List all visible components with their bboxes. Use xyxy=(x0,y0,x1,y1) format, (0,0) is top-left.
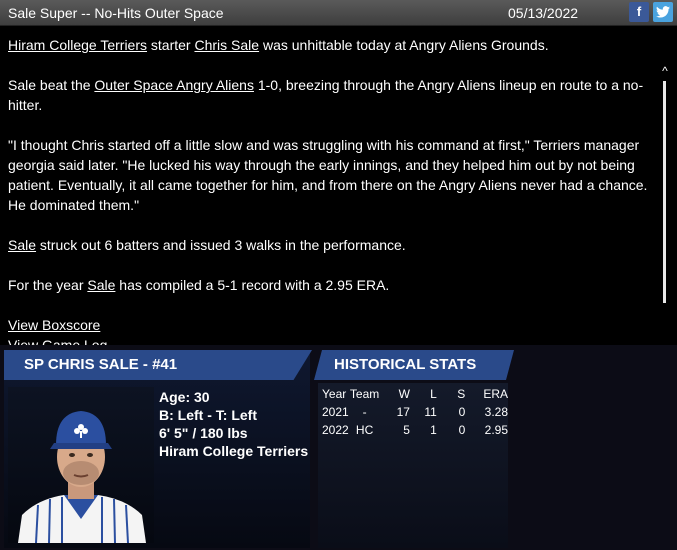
player-link[interactable]: Sale xyxy=(87,277,115,293)
stats-panel: Year Team W L S ERA 2021 - 17 11 0 3.28 xyxy=(318,383,508,548)
player-bio: Age: 30 B: Left - T: Left 6' 5" / 180 lb… xyxy=(159,388,308,460)
story-panel[interactable]: Hiram College Terriers starter Chris Sal… xyxy=(0,27,677,345)
player-link[interactable]: Sale xyxy=(8,237,36,253)
column-header-team: Team xyxy=(349,387,380,401)
story-text-fragment: has compiled a 5-1 record with a 2.95 ER… xyxy=(115,277,390,293)
facebook-share-button[interactable]: f xyxy=(629,2,649,22)
view-game-log-link[interactable]: View Game Log xyxy=(8,335,648,345)
player-banner: SP CHRIS SALE - #41 xyxy=(4,350,312,380)
story-paragraph-1: Hiram College Terriers starter Chris Sal… xyxy=(8,35,648,55)
story-text-fragment: Sale beat the xyxy=(8,77,95,93)
story-text-fragment: was unhittable today at Angry Aliens Gro… xyxy=(259,37,549,53)
table-cell: 0 xyxy=(458,405,466,419)
scroll-up-icon[interactable]: ^ xyxy=(659,65,671,77)
opponent-link[interactable]: Outer Space Angry Aliens xyxy=(94,77,254,93)
story-paragraph-5: For the year Sale has compiled a 5-1 rec… xyxy=(8,275,648,295)
story-text-fragment: struck out 6 batters and issued 3 walks … xyxy=(36,237,406,253)
view-boxscore-link[interactable]: View Boxscore xyxy=(8,315,648,335)
player-avatar-icon xyxy=(18,411,146,543)
table-cell: 17 xyxy=(396,405,410,419)
article-title: Sale Super -- No-Hits Outer Space xyxy=(8,5,224,21)
historical-stats-banner: HISTORICAL STATS xyxy=(314,350,514,380)
story-paragraph-2: Sale beat the Outer Space Angry Aliens 1… xyxy=(8,75,648,115)
table-row: 2022 HC 5 1 0 2.95 xyxy=(322,421,508,439)
table-cell: 2021 xyxy=(322,405,349,419)
story-paragraph-4: Sale struck out 6 batters and issued 3 w… xyxy=(8,235,648,255)
player-bats-throws: B: Left - T: Left xyxy=(159,407,257,423)
title-bar: Sale Super -- No-Hits Outer Space 05/13/… xyxy=(0,0,677,26)
table-cell: 2022 xyxy=(322,423,349,437)
story-text: Hiram College Terriers starter Chris Sal… xyxy=(8,35,648,345)
twitter-share-button[interactable] xyxy=(653,2,673,22)
story-paragraph-3: "I thought Chris started off a little sl… xyxy=(8,137,648,213)
column-header-losses: L xyxy=(430,387,437,401)
table-cell: - xyxy=(362,405,367,419)
player-photo xyxy=(8,387,154,543)
table-cell: 5 xyxy=(403,423,410,437)
table-cell: 0 xyxy=(458,423,466,437)
player-link[interactable]: Chris Sale xyxy=(194,37,259,53)
twitter-bird-icon xyxy=(656,6,670,18)
table-cell: 2.95 xyxy=(484,423,508,437)
column-header-year: Year xyxy=(322,387,347,401)
table-cell: 3.28 xyxy=(484,405,508,419)
story-text-fragment: starter xyxy=(147,37,195,53)
table-cell: 1 xyxy=(430,423,437,437)
table-row: 2021 - 17 11 0 3.28 xyxy=(322,403,508,421)
story-text-fragment: For the year xyxy=(8,277,88,293)
scrollbar-thumb[interactable] xyxy=(663,81,666,303)
column-header-saves: S xyxy=(457,387,466,401)
column-header-wins: W xyxy=(398,387,410,401)
team-link[interactable]: Hiram College Terriers xyxy=(8,37,147,53)
player-height-weight: 6' 5" / 180 lbs xyxy=(159,425,248,441)
player-team: Hiram College Terriers xyxy=(159,443,309,459)
historical-stats-table: Year Team W L S ERA 2021 - 17 11 0 3.28 xyxy=(322,385,508,439)
player-age: Age: 30 xyxy=(159,389,210,405)
table-cell: HC xyxy=(355,423,374,437)
stats-header-row: Year Team W L S ERA xyxy=(322,385,508,403)
column-header-era: ERA xyxy=(483,387,508,401)
article-date: 05/13/2022 xyxy=(508,5,579,21)
table-cell: 11 xyxy=(424,405,437,419)
player-info-section: SP CHRIS SALE - #41 HISTORICAL STATS Age… xyxy=(0,345,677,550)
